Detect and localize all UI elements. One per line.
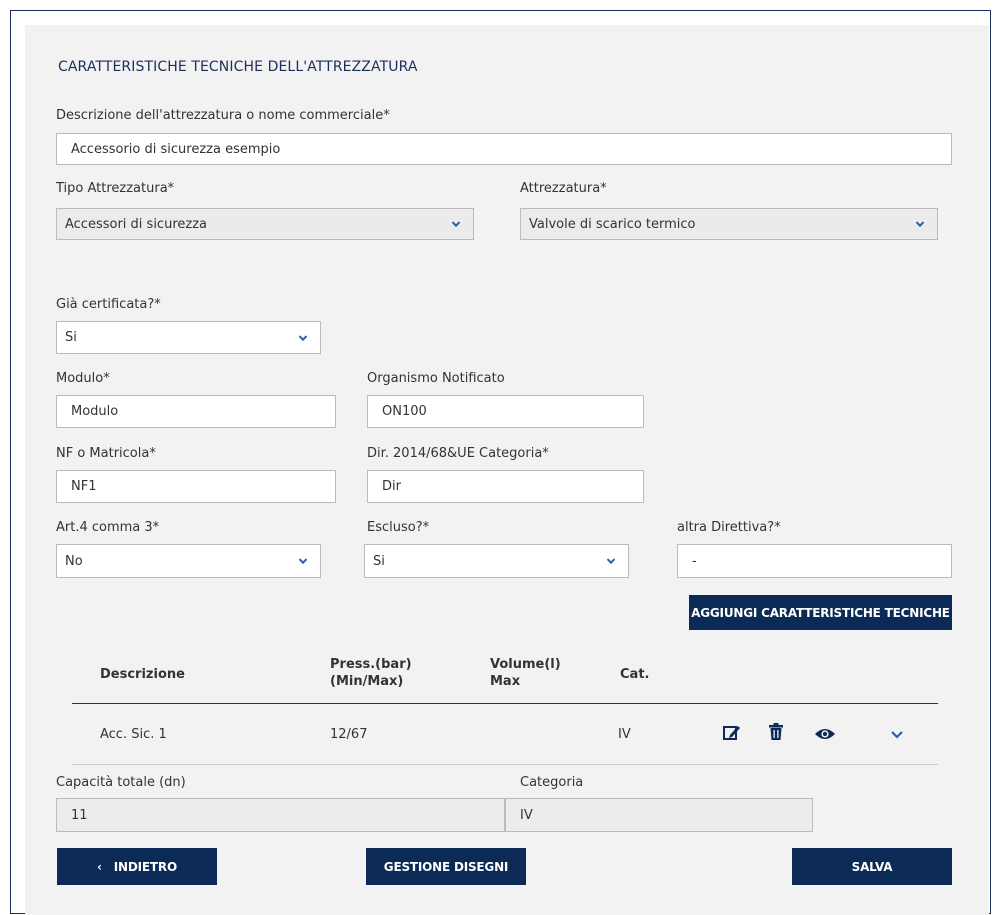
categoria-label: Categoria	[520, 775, 584, 790]
table-row-divider	[72, 764, 938, 765]
trash-icon[interactable]	[768, 723, 784, 741]
tipo-attrezzatura-value: Accessori di sicurezza	[65, 216, 207, 232]
chevron-down-icon[interactable]	[890, 726, 904, 740]
chevron-down-icon	[298, 555, 308, 565]
aggiungi-button-label: AGGIUNGI CARATTERISTICHE TECNICHE	[691, 605, 950, 620]
organismo-notificato-input[interactable]: ON100	[367, 395, 644, 428]
altra-direttiva-value: -	[692, 553, 697, 569]
dir-categoria-value: Dir	[382, 479, 401, 494]
tipo-attrezzatura-label: Tipo Attrezzatura*	[56, 181, 175, 196]
attrezzatura-value: Valvole di scarico termico	[529, 216, 696, 232]
modulo-input[interactable]: Modulo	[56, 395, 336, 428]
altra-direttiva-label: altra Direttiva?*	[677, 520, 781, 535]
capacita-totale-field: 11	[56, 798, 505, 832]
art4-comma3-label: Art.4 comma 3*	[56, 520, 160, 535]
organismo-notificato-label: Organismo Notificato	[367, 371, 505, 386]
th-volume-line2: Max	[490, 674, 521, 689]
nf-matricola-value: NF1	[71, 479, 97, 494]
row-cat: IV	[618, 727, 631, 742]
dir-categoria-input[interactable]: Dir	[367, 470, 644, 503]
edit-icon[interactable]	[722, 724, 742, 742]
modulo-label: Modulo*	[56, 371, 110, 386]
descrizione-input[interactable]: Accessorio di sicurezza esempio	[56, 133, 952, 165]
th-press-line1: Press.(bar)	[330, 657, 412, 672]
art4-comma3-select[interactable]: No	[56, 544, 321, 578]
chevron-down-icon	[606, 555, 616, 565]
th-volume: Volume(l) Max	[490, 656, 561, 690]
chevron-down-icon	[915, 218, 925, 228]
escluso-select[interactable]: Si	[364, 544, 629, 578]
tipo-attrezzatura-select[interactable]: Accessori di sicurezza	[56, 208, 474, 240]
salva-button[interactable]: SALVA	[792, 848, 952, 885]
capacita-totale-value: 11	[71, 807, 88, 823]
gia-certificata-value: Si	[65, 330, 77, 345]
aggiungi-caratteristiche-button[interactable]: AGGIUNGI CARATTERISTICHE TECNICHE	[689, 595, 952, 630]
th-cat: Cat.	[620, 667, 650, 682]
th-press-line2: (Min/Max)	[330, 674, 404, 689]
descrizione-label: Descrizione dell'attrezzatura o nome com…	[56, 108, 390, 123]
nf-matricola-input[interactable]: NF1	[56, 470, 336, 503]
row-descrizione: Acc. Sic. 1	[100, 727, 167, 742]
indietro-button-label: INDIETRO	[113, 859, 177, 874]
art4-comma3-value: No	[65, 553, 83, 569]
nf-matricola-label: NF o Matricola*	[56, 446, 156, 461]
salva-button-label: SALVA	[851, 859, 893, 874]
chevron-down-icon	[451, 218, 461, 228]
table-header-divider	[72, 703, 938, 704]
gestione-disegni-button[interactable]: GESTIONE DISEGNI	[366, 848, 526, 885]
escluso-value: Si	[373, 553, 385, 569]
categoria-value: IV	[520, 807, 533, 823]
row-press: 12/67	[330, 727, 368, 742]
gia-certificata-label: Già certificata?*	[56, 297, 161, 312]
chevron-down-icon	[298, 332, 308, 341]
chevron-left-icon: ‹	[97, 859, 102, 874]
th-descrizione: Descrizione	[100, 667, 185, 682]
th-press: Press.(bar) (Min/Max)	[330, 656, 412, 690]
attrezzatura-select[interactable]: Valvole di scarico termico	[520, 208, 938, 240]
gia-certificata-select[interactable]: Si	[56, 321, 321, 354]
capacita-totale-label: Capacità totale (dn)	[56, 775, 186, 790]
attrezzatura-label: Attrezzatura*	[520, 181, 607, 196]
organismo-notificato-value: ON100	[382, 404, 427, 419]
section-title: CARATTERISTICHE TECNICHE DELL'ATTREZZATU…	[58, 59, 418, 75]
eye-icon[interactable]	[814, 726, 836, 740]
dir-categoria-label: Dir. 2014/68&UE Categoria*	[367, 446, 549, 461]
gestione-disegni-button-label: GESTIONE DISEGNI	[383, 859, 509, 874]
indietro-button[interactable]: ‹ INDIETRO	[57, 848, 217, 885]
altra-direttiva-input[interactable]: -	[677, 544, 952, 578]
th-volume-line1: Volume(l)	[490, 657, 561, 672]
descrizione-value: Accessorio di sicurezza esempio	[71, 141, 281, 157]
modulo-value: Modulo	[71, 404, 119, 419]
escluso-label: Escluso?*	[367, 520, 430, 535]
categoria-field: IV	[505, 798, 813, 832]
